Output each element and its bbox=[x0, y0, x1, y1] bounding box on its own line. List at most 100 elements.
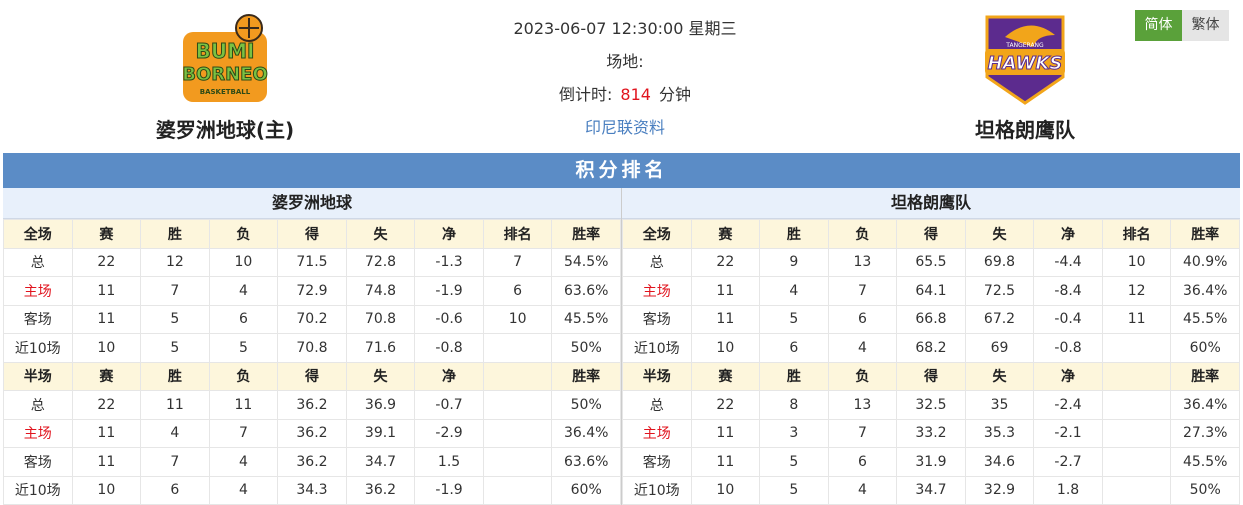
table-cell: 11 bbox=[208, 390, 279, 420]
table-cell: 50% bbox=[1170, 475, 1240, 505]
table-cell: -1.9 bbox=[414, 276, 484, 306]
table-row: 近10场 10 6 4 68.2 69 -0.8 60% bbox=[622, 333, 1240, 363]
column-header: 负 bbox=[208, 361, 279, 391]
home-team[interactable]: BUMI BORNEO BASKETBALL 婆罗洲地球(主) bbox=[140, 8, 310, 143]
table-cell: 7 bbox=[140, 447, 210, 477]
table-cell: 13 bbox=[827, 247, 898, 277]
column-header: 净 bbox=[1033, 219, 1103, 249]
table-cell: 36.2 bbox=[277, 418, 347, 448]
table-row: 客场 11 7 4 36.2 34.7 1.5 63.6% bbox=[3, 447, 621, 477]
table-cell: 11 bbox=[71, 276, 142, 306]
table-cell: 36.2 bbox=[345, 475, 416, 505]
table-cell: 9 bbox=[759, 247, 829, 277]
match-datetime: 2023-06-07 12:30:00 星期三 bbox=[513, 19, 737, 38]
table-row: 主场 11 7 4 72.9 74.8 -1.9 6 63.6% bbox=[3, 276, 621, 306]
table-cell: 10 bbox=[690, 333, 761, 363]
table-cell: 7 bbox=[482, 247, 553, 277]
table-cell bbox=[482, 475, 553, 505]
table-cell: 34.3 bbox=[277, 475, 347, 505]
table-cell: 11 bbox=[71, 304, 142, 334]
table-cell: 32.9 bbox=[964, 475, 1035, 505]
table-cell: 11 bbox=[1101, 304, 1172, 334]
away-team-name[interactable]: 坦格朗鹰队 bbox=[940, 114, 1110, 143]
svg-text:TANGERANG: TANGERANG bbox=[1005, 42, 1044, 49]
table-row: 近10场 10 6 4 34.3 36.2 -1.9 60% bbox=[3, 475, 621, 505]
table-cell: 12 bbox=[1101, 276, 1172, 306]
row-label: 客场 bbox=[622, 447, 692, 477]
table-cell: 45.5% bbox=[1170, 304, 1240, 334]
column-header: 排名 bbox=[482, 219, 553, 249]
table-cell: 72.9 bbox=[277, 276, 347, 306]
match-header: BUMI BORNEO BASKETBALL 婆罗洲地球(主) 2023-06-… bbox=[0, 0, 1243, 153]
table-cell: 6 bbox=[482, 276, 553, 306]
table-cell: 6 bbox=[140, 475, 210, 505]
column-header: 排名 bbox=[1101, 219, 1172, 249]
table-cell: -0.6 bbox=[414, 304, 484, 334]
simplified-chinese-button[interactable]: 简体 bbox=[1135, 10, 1182, 41]
table-cell: -2.1 bbox=[1033, 418, 1103, 448]
table-cell: 36.4% bbox=[1170, 390, 1240, 420]
league-info-link[interactable]: 印尼联资料 bbox=[470, 111, 780, 144]
away-standings-table: 全场赛胜负得失净排名 胜率总 22 9 13 65.5 69.8 -4.4 10 40.9% 主场 1… bbox=[622, 219, 1240, 505]
table-cell: 8 bbox=[759, 390, 829, 420]
table-row: 总 22 8 13 32.5 35 -2.4 36.4% bbox=[622, 390, 1240, 420]
column-header: 失 bbox=[964, 361, 1035, 391]
column-header: 胜 bbox=[759, 219, 829, 249]
table-cell: 6 bbox=[208, 304, 279, 334]
table-cell: 72.5 bbox=[964, 276, 1035, 306]
table-cell: 7 bbox=[827, 418, 898, 448]
match-countdown: 倒计时: 814 分钟 bbox=[470, 78, 780, 111]
table-cell: 10 bbox=[71, 333, 142, 363]
home-team-name[interactable]: 婆罗洲地球(主) bbox=[140, 114, 310, 143]
countdown-label: 倒计时: bbox=[559, 85, 613, 104]
table-row: 客场 11 5 6 70.2 70.8 -0.6 10 45.5% bbox=[3, 304, 621, 334]
table-row: 主场 11 3 7 33.2 35.3 -2.1 27.3% bbox=[622, 418, 1240, 448]
table-cell: 4 bbox=[208, 475, 279, 505]
row-label: 总 bbox=[3, 390, 73, 420]
match-venue: 场地: bbox=[606, 52, 644, 71]
table-cell: 10 bbox=[71, 475, 142, 505]
column-header: 全场 bbox=[622, 219, 692, 249]
countdown-value: 814 bbox=[620, 85, 651, 104]
table-cell: 63.6% bbox=[551, 447, 621, 477]
table-cell: 50% bbox=[551, 333, 621, 363]
table-cell: -4.4 bbox=[1033, 247, 1103, 277]
table-cell: 5 bbox=[140, 304, 210, 334]
table-cell: 11 bbox=[690, 447, 761, 477]
home-team-logo[interactable]: BUMI BORNEO BASKETBALL bbox=[140, 8, 310, 106]
table-cell: 5 bbox=[140, 333, 210, 363]
column-header: 半场 bbox=[3, 361, 73, 391]
table-cell: -8.4 bbox=[1033, 276, 1103, 306]
away-team[interactable]: TANGERANG HAWKS 坦格朗鹰队 bbox=[940, 8, 1110, 143]
table-cell: 34.7 bbox=[896, 475, 966, 505]
table-cell: 71.6 bbox=[345, 333, 416, 363]
table-cell: 10 bbox=[690, 475, 761, 505]
column-header: 得 bbox=[896, 219, 966, 249]
column-header: 全场 bbox=[3, 219, 73, 249]
column-header: 胜率 bbox=[1170, 219, 1240, 249]
table-cell: 7 bbox=[827, 276, 898, 306]
table-cell: 35.3 bbox=[964, 418, 1035, 448]
away-team-logo[interactable]: TANGERANG HAWKS bbox=[940, 8, 1110, 106]
traditional-chinese-button[interactable]: 繁体 bbox=[1182, 10, 1229, 41]
table-cell: 68.2 bbox=[896, 333, 966, 363]
countdown-unit: 分钟 bbox=[658, 85, 691, 104]
table-cell: 36.9 bbox=[345, 390, 416, 420]
home-standings: 婆罗洲地球 全场赛胜负得失净排名 胜率总 22 12 10 71.5 72.8 -1.3 7 54… bbox=[3, 188, 621, 505]
table-cell: 10 bbox=[1101, 247, 1172, 277]
row-label: 近10场 bbox=[3, 333, 73, 363]
table-cell: 10 bbox=[482, 304, 553, 334]
table-cell: 11 bbox=[690, 276, 761, 306]
table-cell: -1.9 bbox=[414, 475, 484, 505]
table-row: 总 22 11 11 36.2 36.9 -0.7 50% bbox=[3, 390, 621, 420]
table-cell: 67.2 bbox=[964, 304, 1035, 334]
table-cell: 11 bbox=[690, 418, 761, 448]
match-info: 2023-06-07 12:30:00 星期三 场地: 倒计时: 814 分钟 印尼… bbox=[470, 12, 780, 144]
table-row: 主场 11 4 7 64.1 72.5 -8.4 12 36.4% bbox=[622, 276, 1240, 306]
standings-title: 积分排名 bbox=[3, 153, 1240, 188]
column-header: 赛 bbox=[71, 219, 142, 249]
table-cell: 69.8 bbox=[964, 247, 1035, 277]
table-header-row: 半场赛胜负得失净 胜率 bbox=[622, 361, 1240, 391]
table-cell: 4 bbox=[140, 418, 210, 448]
column-header: 失 bbox=[345, 361, 416, 391]
